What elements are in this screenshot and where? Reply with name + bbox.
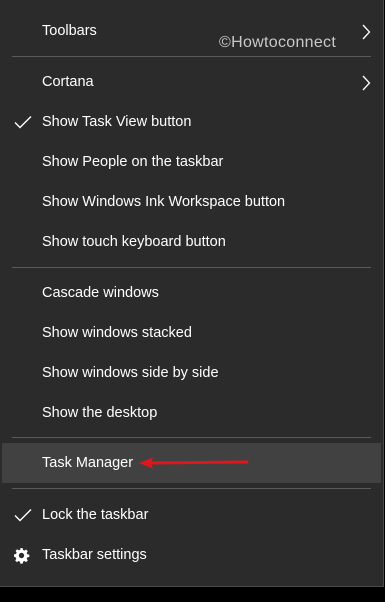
red-arrow-icon <box>138 455 250 471</box>
menu-item-lock-taskbar[interactable]: Lock the taskbar <box>2 495 381 535</box>
menu-item-show-stacked[interactable]: Show windows stacked <box>2 313 381 353</box>
menu-item-show-ink-workspace[interactable]: Show Windows Ink Workspace button <box>2 182 381 222</box>
chevron-right-icon <box>361 24 371 40</box>
menu-item-label: Show Windows Ink Workspace button <box>42 194 286 210</box>
menu-item-taskbar-settings[interactable]: Taskbar settings <box>2 535 381 575</box>
menu-item-cascade-windows[interactable]: Cascade windows <box>2 273 381 313</box>
menu-item-show-people[interactable]: Show People on the taskbar <box>2 142 381 182</box>
gear-icon <box>13 547 30 564</box>
menu-item-label: Cortana <box>42 74 94 90</box>
menu-item-label: Show touch keyboard button <box>42 234 226 250</box>
menu-item-label: Show windows side by side <box>42 365 219 381</box>
checkmark-icon <box>12 102 34 142</box>
menu-item-label: Toolbars <box>42 23 97 39</box>
menu-item-cortana[interactable]: Cortana <box>2 62 381 102</box>
menu-separator <box>12 488 371 489</box>
menu-item-label: Task Manager <box>42 455 134 471</box>
menu-item-show-side-by-side[interactable]: Show windows side by side <box>2 353 381 393</box>
checkmark-icon <box>12 495 34 535</box>
menu-item-label: Lock the taskbar <box>42 507 149 523</box>
menu-item-show-desktop[interactable]: Show the desktop <box>2 393 381 433</box>
menu-item-label: Cascade windows <box>42 285 159 301</box>
menu-separator <box>12 437 371 438</box>
menu-separator <box>12 267 371 268</box>
menu-item-label: Show People on the taskbar <box>42 154 224 170</box>
menu-item-show-touch-keyboard[interactable]: Show touch keyboard button <box>2 222 381 262</box>
menu-item-label: Show Task View button <box>42 114 192 130</box>
menu-item-label: Taskbar settings <box>42 547 147 563</box>
watermark: ©Howtoconnect <box>219 34 337 51</box>
menu-item-show-task-view[interactable]: Show Task View button <box>2 102 381 142</box>
chevron-right-icon <box>361 75 371 91</box>
taskbar-context-menu: Toolbars ©Howtoconnect Cortana Show Task… <box>0 0 384 587</box>
menu-item-label: Show the desktop <box>42 405 158 421</box>
menu-separator <box>12 56 371 57</box>
menu-item-label: Show windows stacked <box>42 325 192 341</box>
